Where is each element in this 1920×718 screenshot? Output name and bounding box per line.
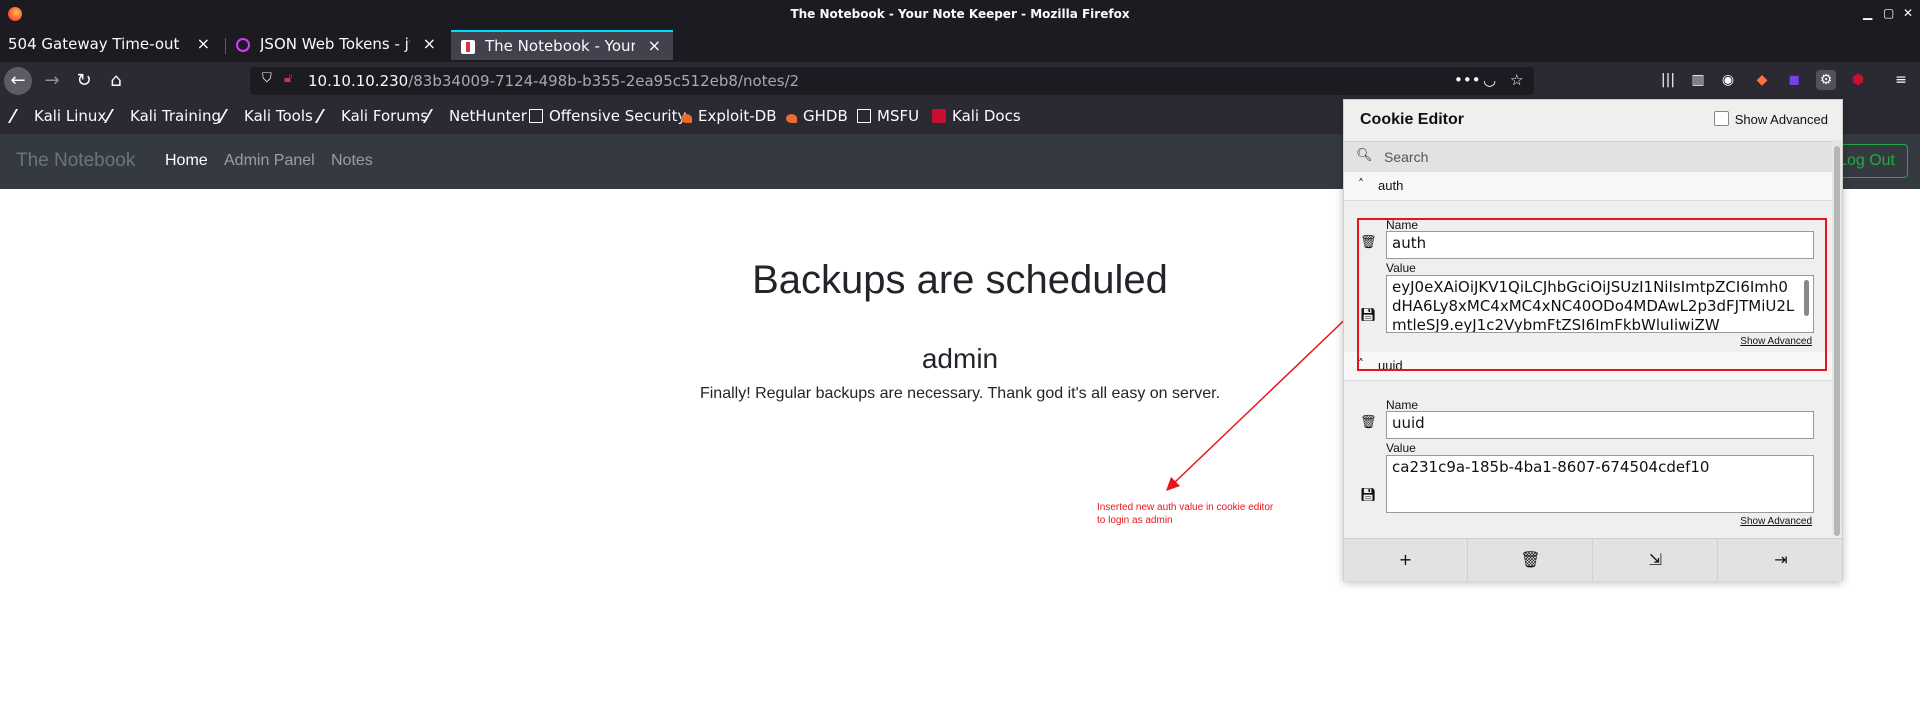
search-icon: 🔍︎ xyxy=(1356,148,1373,163)
exploitdb-icon xyxy=(681,114,692,123)
minimize-icon[interactable]: ▁ xyxy=(1863,6,1872,20)
add-cookie-icon[interactable]: + xyxy=(1344,539,1468,581)
tab-notebook[interactable]: The Notebook - Your Not × xyxy=(451,30,673,60)
bookmark-label: Kali Tools xyxy=(244,107,313,125)
library-icon[interactable]: ||| xyxy=(1658,70,1678,90)
cookie-search[interactable]: 🔍︎ Search xyxy=(1344,141,1832,173)
ublock-icon[interactable]: ⬢ xyxy=(1848,70,1868,90)
bookmark-kali-linux[interactable]: Kali Linux xyxy=(7,107,107,125)
bookmark-star-icon[interactable]: ☆ xyxy=(1510,71,1523,89)
cookie-header-name: auth xyxy=(1378,178,1404,193)
offsec-icon xyxy=(857,109,871,123)
home-icon[interactable]: ⌂ xyxy=(102,68,130,94)
bookmark-kali-docs[interactable]: Kali Docs xyxy=(932,107,1021,125)
delete-cookie-icon[interactable]: 🗑︎ xyxy=(1360,415,1377,430)
show-advanced-toggle[interactable]: Show Advanced xyxy=(1713,111,1828,127)
show-advanced-link[interactable]: Show Advanced xyxy=(1740,516,1812,527)
bookmark-label: Kali Training xyxy=(130,107,222,125)
export-icon[interactable]: ⇥ xyxy=(1719,539,1843,581)
account-icon[interactable]: ◉ xyxy=(1718,70,1738,90)
annotation-text: Inserted new auth value in cookie editor… xyxy=(1097,502,1274,526)
chevron-up-icon: ˄ xyxy=(1358,177,1364,191)
highlight-box xyxy=(1357,218,1827,371)
nav-notes[interactable]: Notes xyxy=(331,152,373,170)
bookmark-offensive-security[interactable]: Offensive Security xyxy=(529,107,686,125)
forward-arrow-icon[interactable]: → xyxy=(38,68,66,94)
bookmark-exploit-db[interactable]: Exploit-DB xyxy=(681,107,777,125)
cookie-value-field[interactable]: ca231c9a-185b-4ba1-8607-674504cdef10 xyxy=(1386,455,1814,513)
offsec-icon xyxy=(529,109,543,123)
kali-dragon-icon xyxy=(103,109,129,123)
search-input[interactable]: Search xyxy=(1384,149,1428,165)
bookmark-label: Kali Docs xyxy=(952,107,1021,125)
bookmark-label: Exploit-DB xyxy=(698,107,777,125)
bookmark-label: GHDB xyxy=(803,107,848,125)
cookie-header-auth[interactable]: ˄ auth xyxy=(1344,172,1832,201)
save-cookie-icon[interactable]: 💾︎ xyxy=(1360,488,1377,503)
url-bar[interactable]: ⛉ 🔓︎ 10.10.10.230/83b34009-7124-498b-b35… xyxy=(250,67,1534,95)
cookie-editor-icon[interactable]: ⚙ xyxy=(1816,70,1836,90)
window-titlebar: The Notebook - Your Note Keeper - Mozill… xyxy=(0,0,1920,28)
value-label: Value xyxy=(1386,441,1416,455)
import-icon[interactable]: ⇲ xyxy=(1594,539,1718,581)
cookie-editor-title: Cookie Editor xyxy=(1360,111,1465,128)
close-tab-icon[interactable]: × xyxy=(197,34,210,53)
maximize-icon[interactable]: ▢ xyxy=(1883,6,1894,20)
site-brand[interactable]: The Notebook xyxy=(16,150,135,172)
close-tab-icon[interactable]: × xyxy=(423,34,436,53)
checkbox[interactable] xyxy=(1713,111,1729,126)
menu-hamburger-icon[interactable]: ≡ xyxy=(1891,70,1911,90)
tab-jwt[interactable]: JSON Web Tokens - jwt.i × xyxy=(226,30,448,60)
tab-label: The Notebook - Your Not xyxy=(485,37,635,55)
extension-badge-icon[interactable]: ◼ xyxy=(1784,70,1804,90)
bookmark-nethunter[interactable]: NetHunter xyxy=(422,107,527,125)
notebook-favicon-icon xyxy=(461,40,475,54)
bookmark-kali-training[interactable]: Kali Training xyxy=(103,107,222,125)
cookie-name-field[interactable]: uuid xyxy=(1386,411,1814,439)
url-host: 10.10.10.230 xyxy=(308,72,409,90)
bookmark-label: MSFU xyxy=(877,107,920,125)
bookmark-ghdb[interactable]: GHDB xyxy=(786,107,848,125)
kali-dragon-icon xyxy=(314,109,340,123)
bookmark-kali-tools[interactable]: Kali Tools xyxy=(217,107,313,125)
foxyproxy-icon[interactable]: ◆ xyxy=(1752,70,1772,90)
window-title: The Notebook - Your Note Keeper - Mozill… xyxy=(790,7,1130,21)
url-path: /83b34009-7124-498b-b355-2ea95c512eb8/no… xyxy=(408,72,800,90)
reload-icon[interactable]: ↻ xyxy=(70,68,98,94)
page-actions-icon[interactable]: ••• xyxy=(1454,71,1481,89)
tab-504[interactable]: 504 Gateway Time-out × xyxy=(0,30,222,60)
bookmark-label: Kali Forums xyxy=(341,107,429,125)
bookmark-kali-forums[interactable]: Kali Forums xyxy=(314,107,429,125)
sidebar-icon[interactable]: ▥ xyxy=(1688,70,1708,90)
bookmark-label: NetHunter xyxy=(449,107,527,125)
close-window-icon[interactable]: ✕ xyxy=(1903,6,1913,20)
back-arrow-icon[interactable]: ← xyxy=(4,67,32,95)
kali-dragon-icon xyxy=(422,109,448,123)
nav-admin-panel[interactable]: Admin Panel xyxy=(224,152,315,170)
tab-bar: 504 Gateway Time-out × JSON Web Tokens -… xyxy=(0,28,1920,83)
url-text[interactable]: 10.10.10.230/83b34009-7124-498b-b355-2ea… xyxy=(308,72,799,90)
kali-dragon-icon xyxy=(7,109,33,123)
nav-home[interactable]: Home xyxy=(165,152,208,170)
close-tab-icon[interactable]: × xyxy=(648,36,661,55)
bookmark-label: Offensive Security xyxy=(549,107,687,125)
tab-label: JSON Web Tokens - jwt.i xyxy=(260,35,410,53)
delete-all-icon[interactable]: 🗑︎ xyxy=(1469,539,1593,581)
bookmark-label: Kali Linux xyxy=(34,107,107,125)
kali-docs-icon xyxy=(932,109,946,123)
kali-dragon-icon xyxy=(217,109,243,123)
shield-icon[interactable]: ⛉ xyxy=(262,71,272,86)
tab-label: 504 Gateway Time-out xyxy=(8,35,180,53)
scrollbar-thumb[interactable] xyxy=(1834,146,1840,536)
jwt-favicon-icon xyxy=(236,38,250,52)
name-label: Name xyxy=(1386,398,1419,412)
bookmark-msfu[interactable]: MSFU xyxy=(857,107,919,125)
show-advanced-label: Show Advanced xyxy=(1734,112,1828,127)
insecure-lock-icon[interactable]: 🔓︎ xyxy=(284,71,292,86)
pocket-icon[interactable]: ◡ xyxy=(1483,71,1496,89)
exploitdb-icon xyxy=(786,114,797,123)
cookie-editor-footer: + 🗑︎ ⇲ ⇥ xyxy=(1344,538,1842,581)
navigation-toolbar: ← → ↻ ⌂ ⛉ 🔓︎ 10.10.10.230/83b34009-7124-… xyxy=(0,62,1920,100)
